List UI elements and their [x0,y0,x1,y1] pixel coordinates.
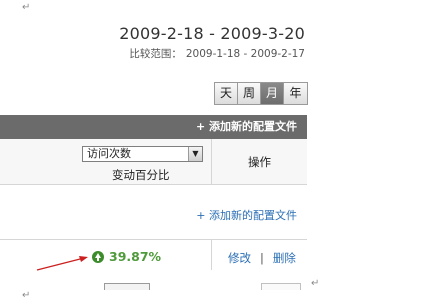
delete-link[interactable]: 删除 [273,251,296,265]
row-actions: 修改 | 删除 [228,250,296,266]
add-config-row: + 添加新的配置文件 [0,185,307,240]
column-divider [211,139,212,185]
date-range-title: 2009-2-18 - 2009-3-20 [119,24,305,43]
period-month-button[interactable]: 月 [261,83,284,104]
add-config-link[interactable]: + 添加新的配置文件 [196,207,297,223]
annotation-arrow-icon [36,256,88,271]
paragraph-mark: ↵ [22,2,31,13]
paragraph-mark: ↵ [311,278,320,289]
cropped-control [261,283,301,290]
action-separator: | [260,251,264,265]
period-selector: 天 周 月 年 [214,82,308,105]
column-divider [211,240,212,270]
add-config-header-link[interactable]: + 添加新的配置文件 [0,115,307,139]
period-year-button[interactable]: 年 [284,83,307,104]
period-day-button[interactable]: 天 [215,83,238,104]
edit-link[interactable]: 修改 [228,251,251,265]
cropped-control [104,283,150,290]
change-percent-value: 39.87% [109,249,162,264]
compare-range-label: 比较范围： [129,48,182,60]
compare-range-value: 2009-1-18 - 2009-2-17 [185,48,305,60]
paragraph-mark: ↵ [22,290,31,301]
change-percent-header: 变动百分比 [112,168,170,182]
metric-select[interactable]: 访问次数 ▼ [82,146,203,162]
period-week-button[interactable]: 周 [238,83,261,104]
dropdown-arrow-icon[interactable]: ▼ [188,147,202,161]
change-percent-cell: 39.87% [92,249,161,264]
column-header-row: 访问次数 ▼ 变动百分比 操作 [0,139,307,185]
compare-range: 比较范围： 2009-1-18 - 2009-2-17 [129,46,305,61]
operation-header: 操作 [248,155,271,169]
metric-select-value: 访问次数 [87,147,131,160]
